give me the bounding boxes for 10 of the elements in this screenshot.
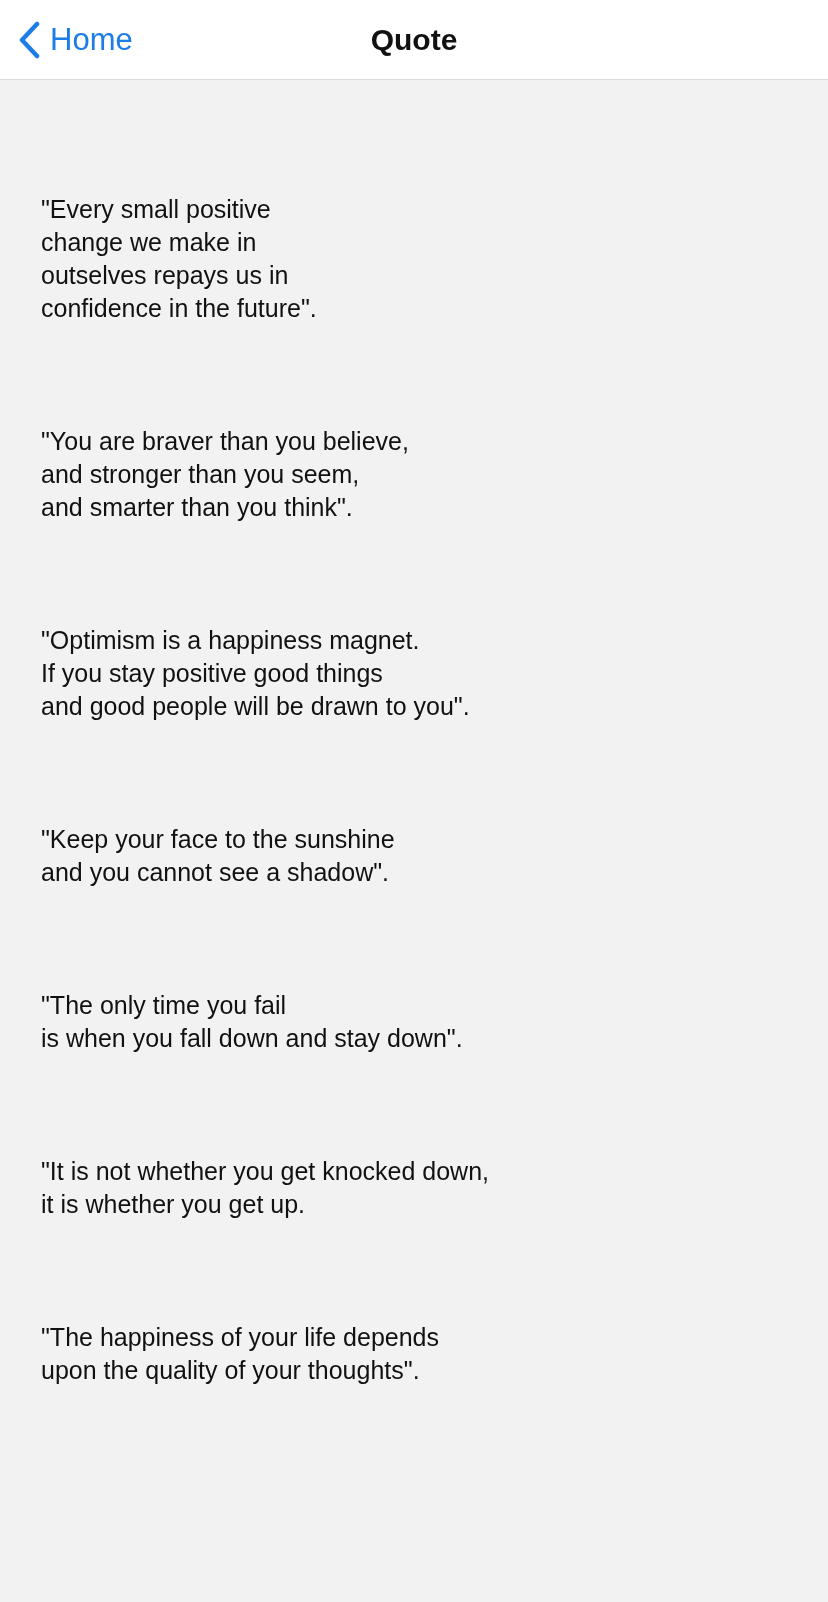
page-title: Quote xyxy=(370,22,458,57)
quote-text: "You are braver than you believe, and stronger than you seem, and smarter than you think". xyxy=(41,426,410,523)
quote-text: "The only time you fail is when you fall down and stay down". xyxy=(41,990,464,1054)
quote-text: "The happiness of your life depends upon the quality of your thoughts". xyxy=(41,1322,441,1386)
quote-text: "Keep your face to the sunshine and you cannot see a shadow". xyxy=(41,824,396,888)
chevron-left-icon xyxy=(18,20,40,59)
quote-text: "It is not whether you get knocked down, it is whether you get up. xyxy=(41,1156,491,1220)
back-button[interactable]: Home xyxy=(14,0,137,79)
quote-text: "Every small positive change we make in outselves repays us in confidence in the future". xyxy=(41,194,318,324)
quote-text: "Optimism is a happiness magnet. If you stay positive good things and good people will be drawn to you". xyxy=(41,625,471,722)
